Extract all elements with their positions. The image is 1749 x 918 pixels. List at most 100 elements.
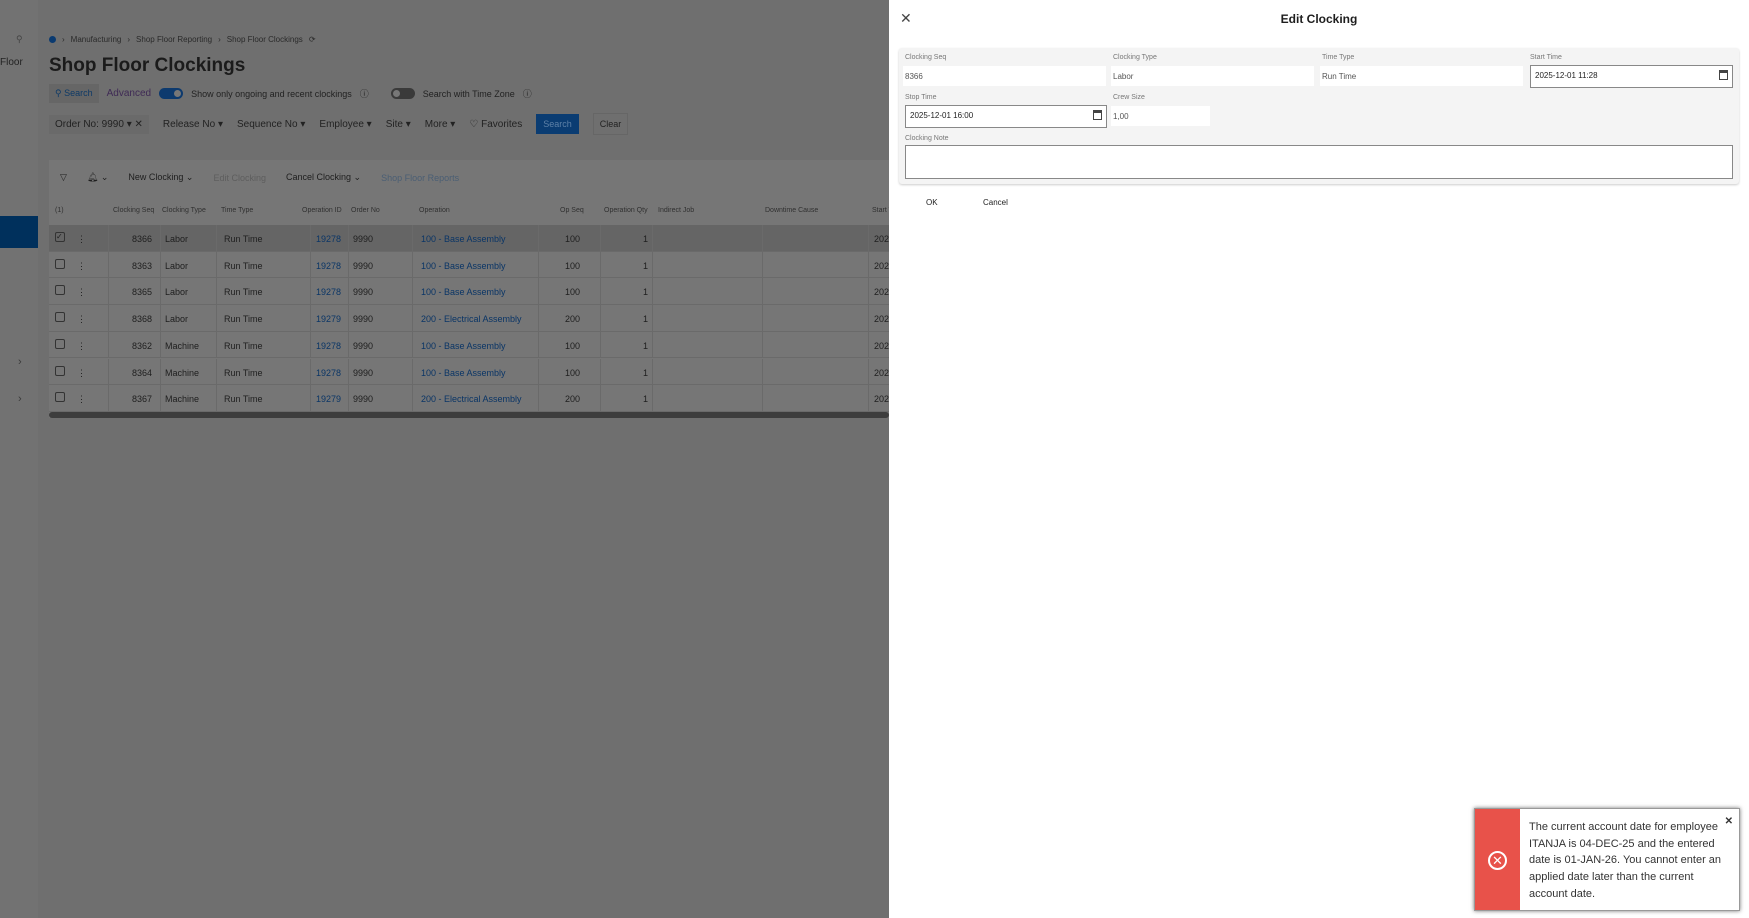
clocking-type-label: Clocking Type [1113,54,1157,61]
clocking-note-label: Clocking Note [905,135,949,142]
row-checkbox[interactable] [55,285,65,296]
info-icon[interactable]: ⓘ [360,87,369,100]
ok-button[interactable]: OK [926,198,938,207]
sidebar-item-label[interactable]: Floor [0,57,23,68]
horizontal-scrollbar[interactable] [49,412,889,418]
row-menu-icon[interactable]: ⋮ [77,261,86,272]
start-time-input[interactable]: 2025-12-01 11:28 [1530,65,1733,88]
search-button[interactable]: Search [536,114,579,134]
column-header[interactable]: Operation [419,207,450,214]
timezone-toggle[interactable] [390,88,415,99]
edit-clocking-button[interactable]: Edit Clocking [213,173,266,183]
row-checkbox[interactable] [55,258,65,269]
breadcrumb-item[interactable]: Manufacturing [71,35,122,44]
cancel-clocking-button[interactable]: Cancel Clocking ⌄ [286,172,361,183]
row-menu-icon[interactable]: ⋮ [77,287,86,298]
row-menu-icon[interactable]: ⋮ [77,394,86,405]
clear-filter-icon: ✕ [134,118,143,130]
calendar-icon[interactable] [1719,70,1728,80]
cell-qty: 1 [642,367,648,378]
home-icon[interactable] [49,36,56,43]
start-time-label: Start Time [1530,54,1562,61]
column-header[interactable]: Op Seq [560,207,584,214]
cell-op-id[interactable]: 19278 [293,261,341,271]
cell-operation[interactable]: 100 - Base Assembly [421,287,506,297]
row-menu-icon[interactable]: ⋮ [77,314,86,325]
column-header[interactable]: Downtime Cause [765,207,818,214]
cell-order: 9990 [353,234,374,244]
row-checkbox[interactable] [55,338,65,349]
cell-op-id[interactable]: 19278 [293,341,341,351]
row-menu-icon[interactable]: ⋮ [77,234,86,245]
cell-op-seq: 100 [564,234,580,244]
sidebar-active-item[interactable] [0,216,38,248]
chevron-right-icon[interactable]: › [18,356,22,368]
tab-advanced[interactable]: Advanced [107,88,151,99]
cell-op-seq: 100 [564,287,580,298]
shop-floor-reports-button[interactable]: Shop Floor Reports [381,173,459,183]
column-header[interactable]: Operation ID [302,207,342,214]
search-icon[interactable]: ⚲ [16,34,23,45]
selection-count[interactable]: (1) [55,207,64,214]
recent-toggle[interactable] [159,88,184,99]
info-icon[interactable]: ⓘ [523,87,532,100]
cell-seq: 8362 [131,340,152,351]
cell-op-id[interactable]: 19278 [293,234,341,244]
favorites-button[interactable]: ♡ Favorites [469,119,522,130]
cancel-button[interactable]: Cancel [983,198,1008,207]
cell-op-id[interactable]: 19278 [293,368,341,378]
table-row[interactable]: ⋮ 8363 Labor Run Time 19278 9990 100 - Base As… [49,251,894,279]
chevron-right-icon[interactable]: › [18,393,22,405]
row-checkbox[interactable]: ✓ [55,232,65,242]
table-row[interactable]: ⋮ 8367 Machine Run Time 19279 9990 200 - Elect… [49,385,894,412]
table-row[interactable]: ⋮ 8362 Machine Run Time 19278 9990 100 - Base … [49,331,894,359]
cell-op-id[interactable]: 19279 [293,394,341,404]
cell-op-seq: 100 [564,340,580,351]
notification-icon[interactable]: 🔔︎ ⌄ [87,172,108,183]
column-header[interactable]: Clocking Type [162,207,206,214]
clocking-note-input[interactable] [905,145,1733,179]
column-header[interactable]: Time Type [221,207,253,214]
cell-operation[interactable]: 200 - Electrical Assembly [421,394,522,404]
stop-time-input[interactable]: 2025-12-01 16:00 [905,105,1107,128]
cell-operation[interactable]: 100 - Base Assembly [421,368,506,378]
refresh-icon[interactable]: ⟳ [309,35,316,44]
filter-icon[interactable]: ▽ [60,172,67,183]
tab-search[interactable]: ⚲ Search [49,84,99,103]
breadcrumb-item[interactable]: Shop Floor Reporting [136,35,212,44]
filter-site[interactable]: Site ▾ [386,119,411,130]
filter-release-no[interactable]: Release No ▾ [163,119,223,130]
cell-op-seq: 200 [564,394,580,405]
cell-seq: 8364 [131,367,152,378]
cell-op-id[interactable]: 19278 [293,287,341,297]
new-clocking-button[interactable]: New Clocking ⌄ [128,172,193,183]
table-row[interactable]: ⋮ 8368 Labor Run Time 19279 9990 200 - Electri… [49,305,894,332]
breadcrumb-item[interactable]: Shop Floor Clockings [227,35,303,44]
column-header[interactable]: Order No [351,207,380,214]
table-row[interactable]: ⋮ 8365 Labor Run Time 19278 9990 100 - Base As… [49,278,894,306]
cell-operation[interactable]: 100 - Base Assembly [421,234,506,244]
table-row[interactable]: ✓ ⋮ 8366 Labor Run Time 19278 9990 100 - Base A… [49,225,894,252]
filter-sequence-no[interactable]: Sequence No ▾ [237,119,305,130]
row-checkbox[interactable] [55,312,65,323]
row-checkbox[interactable] [55,392,65,403]
cell-operation[interactable]: 200 - Electrical Assembly [421,314,522,324]
calendar-icon[interactable] [1093,110,1102,120]
close-icon[interactable]: ✕ [1725,816,1733,827]
clear-button[interactable]: Clear [592,113,629,135]
cell-operation[interactable]: 100 - Base Assembly [421,261,506,271]
row-menu-icon[interactable]: ⋮ [77,368,86,379]
table-row[interactable]: ⋮ 8364 Machine Run Time 19278 9990 100 - Base … [49,358,894,386]
column-header[interactable]: Indirect Job [658,207,694,214]
cell-type: Labor [165,234,189,244]
column-header[interactable]: Operation Qty [604,207,648,214]
row-menu-icon[interactable]: ⋮ [77,341,86,352]
filter-order-no[interactable]: Order No: 9990 ▾ ✕ [49,114,149,134]
cell-operation[interactable]: 100 - Base Assembly [421,341,506,351]
column-header[interactable]: Clocking Seq [113,207,154,214]
filter-more[interactable]: More ▾ [425,119,456,130]
crew-size-input[interactable]: 1,00 [1111,106,1210,126]
cell-op-id[interactable]: 19279 [293,314,341,324]
row-checkbox[interactable] [55,365,65,376]
filter-employee[interactable]: Employee ▾ [319,119,371,130]
